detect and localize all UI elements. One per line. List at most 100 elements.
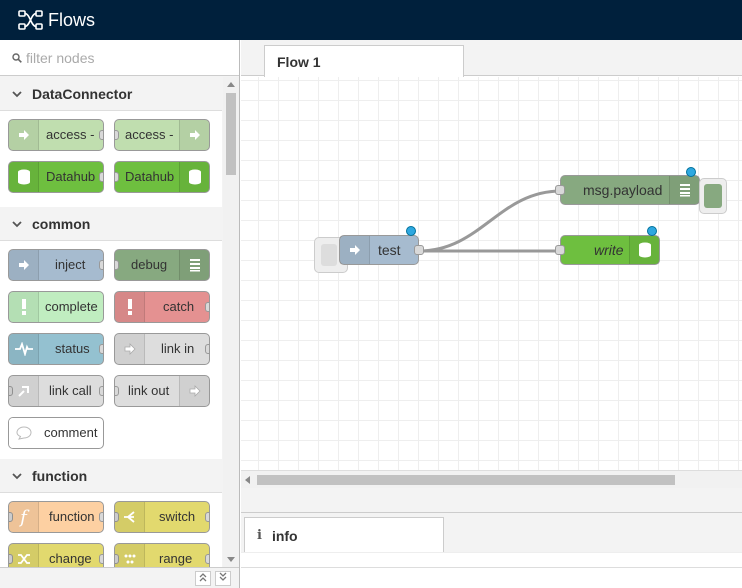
canvas-horizontal-scrollbar[interactable] [241,470,742,488]
debug-toggle-inner [704,184,722,208]
database-icon [629,236,659,264]
scroll-up-arrow-icon[interactable] [227,82,235,87]
category-label: function [32,467,88,484]
palette-node-function[interactable]: f function [8,501,104,533]
output-port [99,386,103,396]
palette-node-access-in[interactable]: access - [8,119,104,151]
palette-node-switch[interactable]: switch [114,501,210,533]
exclamation-icon [9,292,39,322]
palette-node-datahub-in[interactable]: Datahub [8,161,104,193]
arrow-out-icon [179,120,209,150]
flow-node-label: msg.payload [583,182,663,198]
palette-node-label: complete [45,299,98,314]
database-icon [179,162,209,192]
tab-info[interactable]: i info [244,517,444,553]
inject-trigger-inner [321,244,337,266]
category-header-dataconnector[interactable]: DataConnector [0,77,222,111]
scroll-down-arrow-icon[interactable] [227,557,235,562]
category-header-function[interactable]: function [0,459,222,493]
input-port[interactable] [555,185,565,195]
expand-all-button[interactable] [215,571,231,586]
palette-node-comment[interactable]: comment [8,417,104,449]
chevron-down-icon [12,90,22,97]
palette-node-inject[interactable]: inject [8,249,104,281]
output-port [99,260,103,270]
palette-node-label: Datahub [125,169,175,184]
category-header-common[interactable]: common [0,207,222,241]
category-body-dataconnector: access - access - Datahub Datahub [0,111,222,207]
scrollbar-thumb[interactable] [226,93,236,175]
scroll-left-arrow-icon[interactable] [245,476,250,484]
category-body-function: f function switch change range [0,493,222,567]
list-icon [669,176,699,204]
output-port[interactable] [414,245,424,255]
palette-node-label: access - [46,127,95,142]
palette-node-label: comment [44,425,98,440]
workspace-footer [241,488,742,514]
flow-node-label: test [378,242,401,258]
output-port [205,344,209,354]
category-label: common [32,215,91,232]
arrow-in-icon [340,236,370,264]
output-port [205,512,209,522]
app-title: Flows [48,9,96,30]
flow-node-test[interactable]: test [339,235,424,265]
tab-flow-1[interactable]: Flow 1 [264,45,464,77]
palette-node-label: inject [55,257,86,272]
palette-filter [0,40,239,76]
shuffle-icon [9,544,39,567]
palette-node-status[interactable]: status [8,333,104,365]
chevron-double-down-icon [219,572,227,581]
palette-node-label: link out [128,383,170,398]
search-icon [12,52,22,63]
flow-canvas[interactable]: test msg.payload write [241,77,742,470]
scrollbar-thumb[interactable] [257,475,675,485]
palette-node-label: link in [161,341,195,356]
palette-scrollbar[interactable] [223,77,239,567]
output-port [99,344,103,354]
filter-nodes-input[interactable] [26,49,226,66]
palette-node-link-call[interactable]: link call [8,375,104,407]
debug-toggle-button[interactable] [699,178,727,214]
pulse-icon [9,334,39,364]
output-port [205,302,209,312]
palette-node-change[interactable]: change [8,543,104,567]
palette-node-range[interactable]: range [114,543,210,567]
flow-node-write[interactable]: write [555,235,660,265]
output-port [99,172,103,182]
collapse-all-button[interactable] [195,571,211,586]
palette-node-access-out[interactable]: access - [114,119,210,151]
palette-node-catch[interactable]: catch [114,291,210,323]
wires [418,189,562,253]
exclamation-icon [115,292,145,322]
palette-node-debug[interactable]: debug [114,249,210,281]
chevron-down-icon [12,220,22,227]
palette-node-datahub-out[interactable]: Datahub [114,161,210,193]
category-label: DataConnector [32,85,133,102]
palette-node-label: link call [49,383,92,398]
link-call-icon [9,376,39,406]
palette-node-label: change [49,551,92,566]
link-in-icon [115,334,145,364]
category-body-common: inject debug complete catch status link … [0,241,222,459]
changed-indicator-dot [647,226,657,236]
palette-footer [0,567,239,588]
sidebar-tab-bar: i info [241,512,742,553]
palette-node-complete[interactable]: complete [8,291,104,323]
input-port [115,172,119,182]
palette-node-label: access - [125,127,174,142]
palette-node-link-out[interactable]: link out [114,375,210,407]
output-port [99,512,103,522]
palette-node-link-in[interactable]: link in [114,333,210,365]
database-icon [9,162,39,192]
input-port [115,130,119,140]
flow-node-msg-payload[interactable]: msg.payload [555,175,700,205]
workspace-tab-bar: Flow 1 [241,40,742,77]
input-port[interactable] [555,245,565,255]
palette-node-label: switch [159,509,196,524]
switch-icon [115,502,145,532]
chevron-down-icon [12,472,22,479]
input-port [115,260,119,270]
arrow-in-icon [9,120,39,150]
node-red-logo-icon [18,10,43,30]
